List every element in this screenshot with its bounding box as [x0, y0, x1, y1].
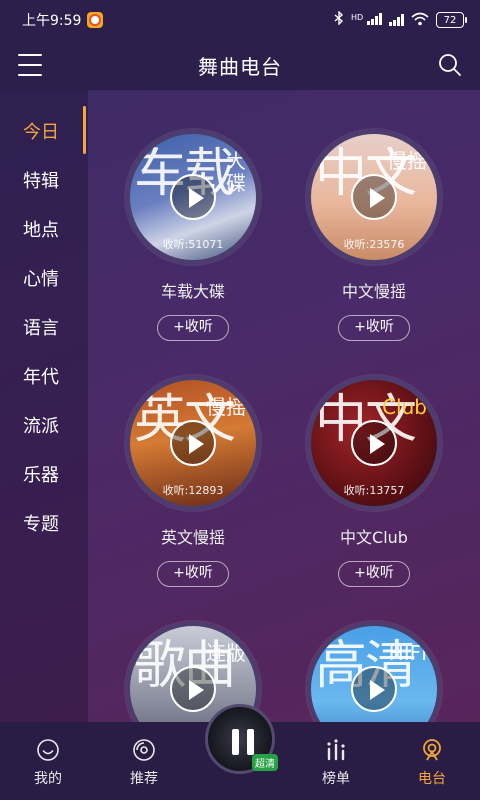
quality-badge: 超清 [252, 754, 278, 771]
search-icon [439, 54, 461, 76]
subscribe-button[interactable]: +收听 [338, 561, 410, 587]
station-grid: 车载 大 碟 收听:51071 车载大碟 +收听 中文 慢摇 收听:23576 … [88, 90, 480, 722]
signal-2-icon [389, 14, 404, 26]
signal-1-icon: HD [350, 12, 382, 28]
search-button[interactable] [438, 53, 462, 77]
subscribe-button[interactable]: +收听 [157, 315, 229, 341]
sidebar-item-era[interactable]: 年代 [0, 351, 88, 400]
play-icon[interactable] [351, 666, 397, 712]
listen-count: 收听:23576 [343, 238, 405, 251]
nav-now-playing: 超清 [192, 704, 288, 800]
station-cover[interactable]: 中文 Club 收听:13757 [307, 376, 441, 510]
battery-icon: 72 [436, 12, 467, 28]
nav-label: 电台 [418, 771, 446, 787]
notification-app-icon [87, 12, 104, 28]
nav-item-mine[interactable]: 我的 [0, 722, 96, 800]
listen-count: 收听:13757 [343, 484, 405, 497]
bluetooth-icon [334, 10, 344, 29]
wifi-icon [411, 12, 429, 29]
play-icon[interactable] [170, 174, 216, 220]
subscribe-button[interactable]: +收听 [338, 315, 410, 341]
station-card: 英文 慢摇 收听:12893 英文慢摇 +收听 [118, 376, 268, 587]
sidebar-item-special[interactable]: 特辑 [0, 155, 88, 204]
station-cover[interactable]: 高清 HIFI [307, 622, 441, 722]
now-playing-disc[interactable]: 超清 [205, 704, 278, 774]
sidebar-item-mood[interactable]: 心情 [0, 253, 88, 302]
status-time: 上午9:59 [22, 13, 82, 29]
smile-icon [37, 739, 59, 761]
menu-button[interactable] [18, 54, 42, 76]
page-title: 舞曲电台 [198, 54, 282, 79]
station-card: 车载 大 碟 收听:51071 车载大碟 +收听 [118, 130, 268, 341]
station-name[interactable]: 车载大碟 [118, 278, 268, 302]
sidebar-item-genre[interactable]: 流派 [0, 400, 88, 449]
station-cover[interactable]: 英文 慢摇 收听:12893 [126, 376, 260, 510]
station-card: 高清 HIFI [299, 622, 449, 722]
sidebar-item-today[interactable]: 今日 [0, 106, 88, 155]
nav-label: 我的 [34, 771, 62, 787]
play-icon[interactable] [351, 174, 397, 220]
menu-icon-line [18, 74, 42, 76]
cover-subtitle: HIFI [388, 641, 427, 665]
sidebar-item-language[interactable]: 语言 [0, 302, 88, 351]
bottom-nav: 我的 推荐 超清 榜单 电台 [0, 704, 480, 800]
app-header: 舞曲电台 [0, 40, 480, 90]
nav-item-charts[interactable]: 榜单 [288, 722, 384, 800]
cover-subtitle: 慢摇 [206, 395, 246, 419]
status-right: HD 72 [334, 10, 467, 29]
chart-icon [327, 739, 345, 761]
station-cover[interactable]: 中文 慢摇 收听:23576 [307, 130, 441, 264]
cover-subtitle: 大 碟 [226, 149, 246, 195]
menu-icon-line [18, 54, 42, 56]
network-tag: HD [350, 12, 364, 22]
station-card: 中文 慢摇 收听:23576 中文慢摇 +收听 [299, 130, 449, 341]
play-icon[interactable] [351, 420, 397, 466]
cover-subtitle: 连版 [206, 641, 246, 665]
sidebar-item-place[interactable]: 地点 [0, 204, 88, 253]
sidebar-item-topic[interactable]: 专题 [0, 498, 88, 547]
station-cover[interactable]: 车载 大 碟 收听:51071 [126, 130, 260, 264]
play-icon[interactable] [170, 666, 216, 712]
play-icon[interactable] [170, 420, 216, 466]
station-name[interactable]: 英文慢摇 [118, 524, 268, 548]
nav-label: 推荐 [130, 771, 158, 787]
station-card: 中文 Club 收听:13757 中文Club +收听 [299, 376, 449, 587]
cover-subtitle: 慢摇 [387, 149, 427, 173]
nav-item-recommend[interactable]: 推荐 [96, 722, 192, 800]
menu-icon-line [18, 64, 42, 66]
disc-icon [133, 739, 155, 761]
category-sidebar: 今日 特辑 地点 心情 语言 年代 流派 乐器 专题 [0, 90, 88, 722]
station-name[interactable]: 中文慢摇 [299, 278, 449, 302]
listen-count: 收听:51071 [162, 238, 224, 251]
cover-subtitle: Club [382, 395, 427, 419]
station-name[interactable]: 中文Club [299, 524, 449, 548]
pause-icon [232, 729, 254, 755]
sidebar-item-instrument[interactable]: 乐器 [0, 449, 88, 498]
radio-icon [423, 739, 441, 761]
listen-count: 收听:12893 [162, 484, 224, 497]
nav-label: 榜单 [322, 771, 350, 787]
status-bar: 上午9:59 HD 72 [0, 0, 480, 40]
subscribe-button[interactable]: +收听 [157, 561, 229, 587]
nav-item-radio[interactable]: 电台 [384, 722, 480, 800]
status-left: 上午9:59 [22, 10, 104, 30]
